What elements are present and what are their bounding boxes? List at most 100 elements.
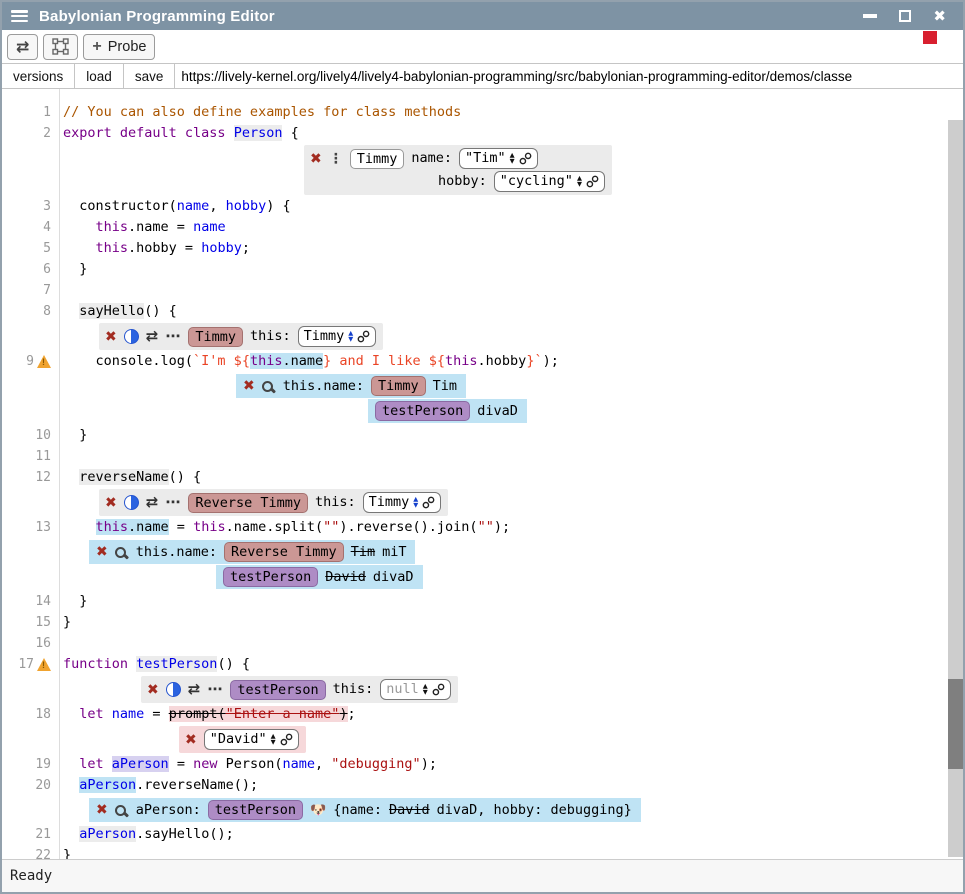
- example-name-box[interactable]: Timmy: [371, 376, 426, 396]
- link-icon[interactable]: [422, 496, 435, 509]
- code-line[interactable]: this.name = this.name.split("").reverse(…: [59, 517, 510, 538]
- code-line[interactable]: function testPerson() {: [59, 654, 250, 675]
- swap-icon[interactable]: ⇄: [146, 495, 159, 510]
- more-icon[interactable]: ⋯: [165, 329, 181, 344]
- line-number: 21: [35, 827, 51, 842]
- line-gutter: 22: [2, 845, 59, 859]
- code-line[interactable]: constructor(name, hobby) {: [59, 196, 291, 217]
- editor-row: 22}: [2, 845, 963, 859]
- example-name-box[interactable]: testPerson: [208, 800, 303, 820]
- editor-row: 1// You can also define examples for cla…: [2, 102, 963, 123]
- code-line[interactable]: }: [59, 612, 71, 633]
- url-input[interactable]: [175, 64, 963, 88]
- editor-row: 17function testPerson() {: [2, 654, 963, 675]
- value-input[interactable]: "Tim"▲▼: [459, 148, 538, 169]
- code-editor[interactable]: 1// You can also define examples for cla…: [2, 89, 963, 859]
- code-token: [63, 219, 96, 235]
- code-line[interactable]: aPerson.sayHello();: [59, 824, 234, 845]
- link-icon[interactable]: [357, 330, 370, 343]
- code-token: "debugging": [331, 756, 420, 772]
- code-token: [63, 469, 79, 485]
- stepper-icon[interactable]: ▲▼: [413, 497, 418, 508]
- example-name-box[interactable]: Timmy: [188, 327, 243, 347]
- example-name-box[interactable]: Reverse Timmy: [188, 493, 308, 513]
- close-icon[interactable]: ✖: [105, 330, 117, 344]
- widget-line: ✖⇄⋯testPersonthis:null▲▼: [59, 675, 458, 704]
- line-gutter: 14: [2, 591, 59, 612]
- code-line[interactable]: console.log(`I'm ${this.name} and I like…: [59, 351, 559, 372]
- widget-row: ✖this.name:TimmyTim: [236, 374, 466, 398]
- code-line[interactable]: }: [59, 591, 87, 612]
- link-icon[interactable]: [280, 733, 293, 746]
- code-line[interactable]: }: [59, 259, 87, 280]
- stepper-icon[interactable]: ▲▼: [577, 176, 582, 187]
- code-line[interactable]: let aPerson = new Person(name, "debuggin…: [59, 754, 437, 775]
- example-name-box[interactable]: testPerson: [230, 680, 325, 700]
- close-icon[interactable]: ✖: [243, 379, 255, 393]
- maximize-icon[interactable]: [899, 10, 911, 22]
- code-token: this: [445, 353, 478, 369]
- drag-handle-icon[interactable]: ⋮: [329, 152, 343, 166]
- code-line[interactable]: aPerson.reverseName();: [59, 775, 258, 796]
- magnifier-icon[interactable]: [262, 381, 273, 392]
- example-name-box[interactable]: testPerson: [223, 567, 318, 587]
- stepper-icon[interactable]: ▲▼: [348, 331, 353, 342]
- link-icon[interactable]: [519, 152, 532, 165]
- close-icon[interactable]: ✖: [96, 803, 108, 817]
- stepper-icon[interactable]: ▲▼: [423, 684, 428, 695]
- link-icon[interactable]: [432, 683, 445, 696]
- value-input[interactable]: "cycling"▲▼: [494, 171, 605, 192]
- navbar: versions load save: [2, 63, 963, 89]
- save-button[interactable]: save: [124, 64, 176, 88]
- close-icon[interactable]: ✖: [105, 496, 117, 510]
- minimize-icon[interactable]: [863, 14, 877, 18]
- value-input[interactable]: null▲▼: [380, 679, 451, 700]
- code-line[interactable]: export default class Person {: [59, 123, 299, 144]
- value-input[interactable]: Timmy▲▼: [298, 326, 377, 347]
- load-button[interactable]: load: [75, 64, 124, 88]
- code-token: Person(: [226, 756, 283, 772]
- toggle-icon[interactable]: [166, 682, 181, 697]
- close-icon[interactable]: ✖: [185, 733, 197, 747]
- magnifier-icon[interactable]: [115, 805, 126, 816]
- code-token: ) {: [266, 198, 290, 214]
- value-input[interactable]: "David"▲▼: [204, 729, 299, 750]
- add-probe-button[interactable]: + Probe: [83, 34, 155, 60]
- swap-button[interactable]: ⇄: [7, 34, 38, 60]
- spacer: [2, 89, 963, 102]
- code-token: new: [193, 756, 226, 772]
- code-line[interactable]: reverseName() {: [59, 467, 201, 488]
- code-line[interactable]: sayHello() {: [59, 301, 177, 322]
- close-window-icon[interactable]: ✖: [933, 9, 946, 24]
- close-icon[interactable]: ✖: [147, 683, 159, 697]
- example-name-box[interactable]: testPerson: [375, 401, 470, 421]
- versions-button[interactable]: versions: [2, 64, 75, 88]
- more-icon[interactable]: ⋯: [207, 682, 223, 697]
- code-line[interactable]: this.hobby = hobby;: [59, 238, 250, 259]
- close-icon[interactable]: ✖: [310, 152, 322, 166]
- magnifier-icon[interactable]: [115, 547, 126, 558]
- stepper-icon[interactable]: ▲▼: [510, 153, 515, 164]
- line-gutter: [2, 725, 59, 746]
- example-name-box[interactable]: Timmy: [350, 149, 405, 169]
- swap-icon[interactable]: ⇄: [146, 329, 159, 344]
- code-line[interactable]: let name = prompt("Enter a name");: [59, 704, 356, 725]
- code-line[interactable]: }: [59, 845, 71, 859]
- scrollbar-thumb[interactable]: [948, 679, 963, 769]
- code-line[interactable]: this.name = name: [59, 217, 226, 238]
- example-widget: ✖⇄⋯testPersonthis:null▲▼: [141, 676, 458, 703]
- scrollbar-track[interactable]: [948, 120, 963, 857]
- code-line[interactable]: // You can also define examples for clas…: [59, 102, 461, 123]
- value-input[interactable]: Timmy▲▼: [363, 492, 442, 513]
- more-icon[interactable]: ⋯: [165, 495, 181, 510]
- code-line[interactable]: }: [59, 425, 87, 446]
- link-icon[interactable]: [586, 175, 599, 188]
- toggle-icon[interactable]: [124, 329, 139, 344]
- stepper-icon[interactable]: ▲▼: [271, 734, 276, 745]
- selection-frame-button[interactable]: [43, 34, 78, 60]
- example-name-box[interactable]: Reverse Timmy: [224, 542, 344, 562]
- menu-icon[interactable]: [11, 10, 28, 22]
- swap-icon[interactable]: ⇄: [188, 682, 201, 697]
- toggle-icon[interactable]: [124, 495, 139, 510]
- close-icon[interactable]: ✖: [96, 545, 108, 559]
